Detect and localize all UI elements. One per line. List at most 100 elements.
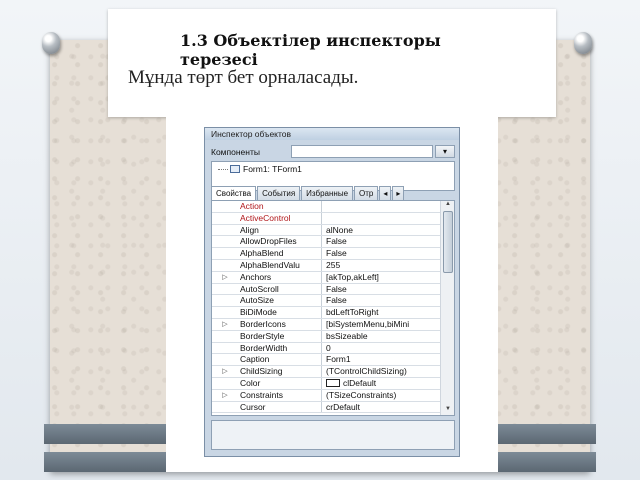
property-row[interactable]: AutoSize False <box>212 295 454 308</box>
row-gutter <box>212 402 238 413</box>
tab-scroll-right-icon[interactable]: ▸ <box>392 186 405 200</box>
color-swatch <box>326 378 340 387</box>
property-row[interactable]: Cursor crDefault <box>212 401 454 414</box>
components-label: Компоненты <box>211 147 260 157</box>
property-value[interactable] <box>322 201 454 212</box>
property-value[interactable]: bsSizeable <box>322 331 454 342</box>
scrollbar-thumb[interactable] <box>443 211 453 273</box>
tab-restricted[interactable]: Отр <box>354 186 379 200</box>
row-gutter <box>212 354 238 365</box>
property-value[interactable] <box>322 213 454 224</box>
property-value[interactable]: False <box>322 236 454 247</box>
property-name: BorderIcons <box>238 318 322 330</box>
property-name: AllowDropFiles <box>238 236 322 248</box>
components-row: Компоненты ▾ <box>211 145 455 159</box>
inspector-tabs: Свойства События Избранные Отр ◂ ▸ <box>211 186 405 201</box>
row-gutter <box>212 213 238 224</box>
property-row[interactable]: AlphaBlend False <box>212 248 454 260</box>
property-value[interactable]: alNone <box>322 225 454 236</box>
property-value[interactable]: clDefault <box>322 378 454 389</box>
property-value-text: clDefault <box>343 377 377 388</box>
tab-properties[interactable]: Свойства <box>211 186 257 201</box>
property-value[interactable]: (TControlChildSizing) <box>322 366 454 377</box>
property-value[interactable]: (TSizeConstraints) <box>322 390 454 401</box>
row-gutter <box>212 236 238 247</box>
property-name: Constraints <box>238 389 322 401</box>
property-row[interactable]: Caption Form1 <box>212 354 454 367</box>
property-name: Action <box>238 201 322 212</box>
row-gutter <box>212 248 238 259</box>
property-value[interactable]: False <box>322 248 454 259</box>
property-name: Caption <box>238 354 322 366</box>
property-name: BiDiMode <box>238 307 322 318</box>
object-inspector-window: Инспектор объектов Компоненты ▾ Form1: T… <box>204 127 460 457</box>
property-name: BorderWidth <box>238 342 322 354</box>
property-row[interactable]: AlphaBlendValu 255 <box>212 259 454 272</box>
scroll-up-icon[interactable]: ▲ <box>441 201 454 210</box>
row-gutter <box>212 284 238 295</box>
property-row[interactable]: ▷ Anchors [akTop,akLeft] <box>212 271 454 284</box>
property-row[interactable]: ▷ BorderIcons [biSystemMenu,biMini <box>212 318 454 331</box>
property-row[interactable]: ▷ ChildSizing (TControlChildSizing) <box>212 366 454 378</box>
form-icon <box>230 165 240 173</box>
vertical-scrollbar[interactable]: ▲ ▼ <box>440 201 454 415</box>
property-row[interactable]: ▷ Constraints (TSizeConstraints) <box>212 389 454 402</box>
property-value[interactable]: Form1 <box>322 354 454 365</box>
property-row[interactable]: AllowDropFiles False <box>212 236 454 249</box>
pin-icon <box>38 30 64 60</box>
property-value[interactable]: [biSystemMenu,biMini <box>322 319 454 330</box>
row-gutter <box>212 225 238 236</box>
property-row[interactable]: BorderWidth 0 <box>212 342 454 355</box>
property-name: Anchors <box>238 271 322 283</box>
pin-icon <box>570 30 596 60</box>
property-name: Cursor <box>238 401 322 413</box>
expand-arrow-icon[interactable]: ▷ <box>212 390 238 401</box>
property-grid: Action ActiveControl Align alNone AllowDropF… <box>211 200 455 416</box>
slide-subtitle: Мұнда төрт бет орналасады. <box>128 67 359 88</box>
property-row[interactable]: BiDiMode bdLeftToRight <box>212 307 454 319</box>
property-value[interactable]: [akTop,akLeft] <box>322 272 454 283</box>
dropdown-icon[interactable]: ▾ <box>435 145 455 158</box>
row-gutter <box>212 343 238 354</box>
property-value[interactable]: 0 <box>322 343 454 354</box>
property-value[interactable]: 255 <box>322 260 454 271</box>
tab-events[interactable]: События <box>257 186 301 200</box>
row-gutter <box>212 378 238 389</box>
expand-arrow-icon[interactable]: ▷ <box>212 319 238 330</box>
property-name: ActiveControl <box>238 212 322 224</box>
status-panel <box>211 420 455 450</box>
tree-item-label: Form1: TForm1 <box>243 164 302 174</box>
scroll-down-icon[interactable]: ▼ <box>441 406 454 415</box>
property-value[interactable]: crDefault <box>322 402 454 413</box>
property-name: AlphaBlendValu <box>238 259 322 271</box>
tree-connector <box>218 168 228 170</box>
property-row[interactable]: Color clDefault <box>212 377 454 390</box>
slide-title: 1.3 Объектілер инспекторы терезесі <box>180 31 441 69</box>
property-name: Color <box>238 377 322 389</box>
property-row[interactable]: Action <box>212 201 454 213</box>
property-name: AlphaBlend <box>238 248 322 259</box>
property-value[interactable]: False <box>322 284 454 295</box>
tab-favorites[interactable]: Избранные <box>301 186 354 200</box>
property-name: AutoScroll <box>238 283 322 295</box>
tab-scroll-left-icon[interactable]: ◂ <box>379 186 392 200</box>
property-row[interactable]: Align alNone <box>212 224 454 237</box>
row-gutter <box>212 307 238 318</box>
property-name: Align <box>238 224 322 236</box>
row-gutter <box>212 331 238 342</box>
expand-arrow-icon[interactable]: ▷ <box>212 272 238 283</box>
property-name: AutoSize <box>238 295 322 307</box>
components-filter-input[interactable] <box>291 145 433 158</box>
property-value[interactable]: bdLeftToRight <box>322 307 454 318</box>
row-gutter <box>212 260 238 271</box>
property-row[interactable]: BorderStyle bsSizeable <box>212 330 454 343</box>
expand-arrow-icon[interactable]: ▷ <box>212 366 238 377</box>
window-title: Инспектор объектов <box>205 128 459 140</box>
row-gutter <box>212 201 238 212</box>
property-value[interactable]: False <box>322 295 454 306</box>
property-row[interactable]: AutoScroll False <box>212 283 454 296</box>
title-card: 1.3 Объектілер инспекторы терезесі Мұнда… <box>108 9 556 117</box>
property-row[interactable]: ActiveControl <box>212 212 454 225</box>
property-name: ChildSizing <box>238 366 322 377</box>
tree-item-form1[interactable]: Form1: TForm1 <box>218 164 302 174</box>
